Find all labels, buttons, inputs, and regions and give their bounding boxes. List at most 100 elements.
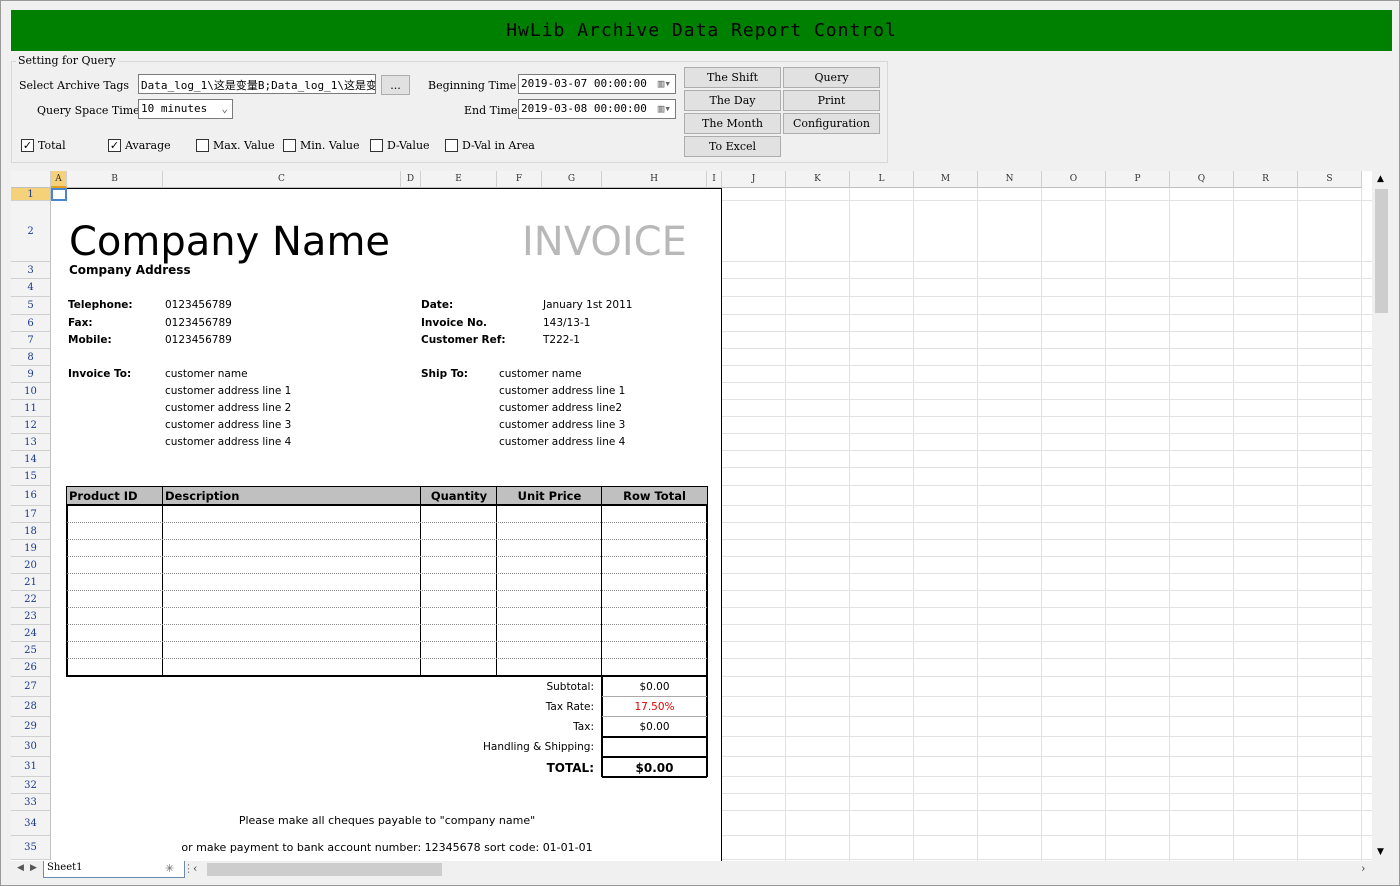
checkbox-max-value[interactable]: Max. Value (196, 139, 275, 152)
column-header-I[interactable]: I (707, 171, 722, 188)
print-button[interactable]: Print (783, 90, 880, 111)
column-header-C[interactable]: C (163, 171, 401, 188)
row-header-4[interactable]: 4 (11, 279, 51, 297)
query-button[interactable]: Query (783, 67, 880, 88)
active-cell-A1[interactable] (51, 188, 67, 201)
row-header-35[interactable]: 35 (11, 836, 51, 860)
end-time-picker[interactable]: 2019-03-08 00:00:00 ▥▾ (518, 99, 676, 119)
row-header-16[interactable]: 16 (11, 486, 51, 506)
row-header-31[interactable]: 31 (11, 757, 51, 777)
row-header-25[interactable]: 25 (11, 642, 51, 659)
prev-sheet-icon[interactable]: ◀ (17, 863, 24, 873)
table-row[interactable] (67, 624, 707, 625)
row-header-29[interactable]: 29 (11, 717, 51, 737)
row-header-27[interactable]: 27 (11, 677, 51, 697)
the-day-button[interactable]: The Day (684, 90, 781, 111)
table-row[interactable] (67, 556, 707, 557)
row-header-1[interactable]: 1 (11, 188, 51, 201)
scroll-down-icon[interactable]: ▼ (1377, 847, 1384, 857)
configuration-button[interactable]: Configuration (783, 113, 880, 134)
select-all-corner[interactable] (11, 171, 51, 188)
row-header-8[interactable]: 8 (11, 349, 51, 366)
scroll-up-icon[interactable]: ▲ (1377, 174, 1384, 184)
column-header-R[interactable]: R (1234, 171, 1298, 188)
to-excel-button[interactable]: To Excel (684, 136, 781, 157)
sheet-tab[interactable]: Sheet1 (43, 861, 185, 878)
row-header-15[interactable]: 15 (11, 468, 51, 486)
row-header-5[interactable]: 5 (11, 297, 51, 315)
row-header-34[interactable]: 34 (11, 811, 51, 836)
browse-tags-button[interactable]: ... (381, 75, 410, 95)
the-shift-button[interactable]: The Shift (684, 67, 781, 88)
row-header-21[interactable]: 21 (11, 574, 51, 591)
scroll-right-icon[interactable]: › (1361, 862, 1365, 875)
row-header-33[interactable]: 33 (11, 794, 51, 811)
row-header-2[interactable]: 2 (11, 201, 51, 262)
row-header-11[interactable]: 11 (11, 400, 51, 417)
row-header-28[interactable]: 28 (11, 697, 51, 717)
table-row[interactable] (67, 641, 707, 642)
column-header-A[interactable]: A (51, 171, 67, 188)
space-time-select[interactable]: 10 minutes ⌄ (138, 99, 233, 119)
row-header-20[interactable]: 20 (11, 557, 51, 574)
column-header-F[interactable]: F (497, 171, 542, 188)
checkbox-d-val-in-area[interactable]: D-Val in Area (445, 139, 535, 152)
table-row[interactable] (67, 573, 707, 574)
the-month-button[interactable]: The Month (684, 113, 781, 134)
row-header-6[interactable]: 6 (11, 315, 51, 332)
begin-time-picker[interactable]: 2019-03-07 00:00:00 ▥▾ (518, 74, 676, 94)
table-row[interactable] (67, 607, 707, 608)
vertical-scrollbar[interactable]: ▲ ▼ (1372, 171, 1390, 861)
column-header-N[interactable]: N (978, 171, 1042, 188)
row-header-3[interactable]: 3 (11, 262, 51, 279)
checkbox-box[interactable]: ✓ (21, 139, 34, 152)
checkbox-total[interactable]: ✓ Total (21, 139, 66, 152)
row-header-13[interactable]: 13 (11, 434, 51, 451)
row-header-19[interactable]: 19 (11, 540, 51, 557)
column-header-M[interactable]: M (914, 171, 978, 188)
column-header-B[interactable]: B (67, 171, 163, 188)
table-row[interactable] (67, 590, 707, 591)
next-sheet-icon[interactable]: ▶ (30, 863, 37, 873)
column-header-L[interactable]: L (850, 171, 914, 188)
row-header-10[interactable]: 10 (11, 383, 51, 400)
table-row[interactable] (67, 658, 707, 659)
row-header-32[interactable]: 32 (11, 777, 51, 794)
column-header-E[interactable]: E (421, 171, 497, 188)
row-header-12[interactable]: 12 (11, 417, 51, 434)
column-header-P[interactable]: P (1106, 171, 1170, 188)
column-header-O[interactable]: O (1042, 171, 1106, 188)
checkbox-box[interactable] (370, 139, 383, 152)
checkbox-avarage[interactable]: ✓ Avarage (108, 139, 171, 152)
checkbox-min-value[interactable]: Min. Value (283, 139, 359, 152)
row-header-24[interactable]: 24 (11, 625, 51, 642)
checkbox-box[interactable] (445, 139, 458, 152)
column-header-Q[interactable]: Q (1170, 171, 1234, 188)
row-header-7[interactable]: 7 (11, 332, 51, 349)
column-header-J[interactable]: J (722, 171, 786, 188)
row-header-30[interactable]: 30 (11, 737, 51, 757)
scroll-left-icon[interactable]: ‹ (193, 862, 197, 875)
calendar-icon[interactable]: ▥▾ (658, 77, 671, 90)
column-header-H[interactable]: H (602, 171, 707, 188)
horizontal-scroll-thumb[interactable] (207, 863, 442, 876)
row-header-22[interactable]: 22 (11, 591, 51, 608)
column-header-G[interactable]: G (542, 171, 602, 188)
checkbox-box[interactable] (283, 139, 296, 152)
row-header-9[interactable]: 9 (11, 366, 51, 383)
column-header-D[interactable]: D (401, 171, 421, 188)
table-row[interactable] (67, 522, 707, 523)
column-header-S[interactable]: S (1298, 171, 1362, 188)
row-header-14[interactable]: 14 (11, 451, 51, 468)
row-header-23[interactable]: 23 (11, 608, 51, 625)
column-header-K[interactable]: K (786, 171, 850, 188)
tags-input[interactable]: Data_log_1\这是变量B;Data_log_1\这是变量 (138, 74, 376, 94)
add-sheet-icon[interactable]: ✳ (165, 862, 174, 875)
table-row[interactable] (67, 539, 707, 540)
spreadsheet[interactable]: A B C D E F G H I J K L M N O P Q R S 1 2 3 4 5 6 7 8 9 10 11 12 13 14 15… (11, 171, 1372, 861)
row-header-17[interactable]: 17 (11, 506, 51, 523)
checkbox-d-value[interactable]: D-Value (370, 139, 430, 152)
calendar-icon[interactable]: ▥▾ (658, 102, 671, 115)
row-header-26[interactable]: 26 (11, 659, 51, 677)
checkbox-box[interactable]: ✓ (108, 139, 121, 152)
